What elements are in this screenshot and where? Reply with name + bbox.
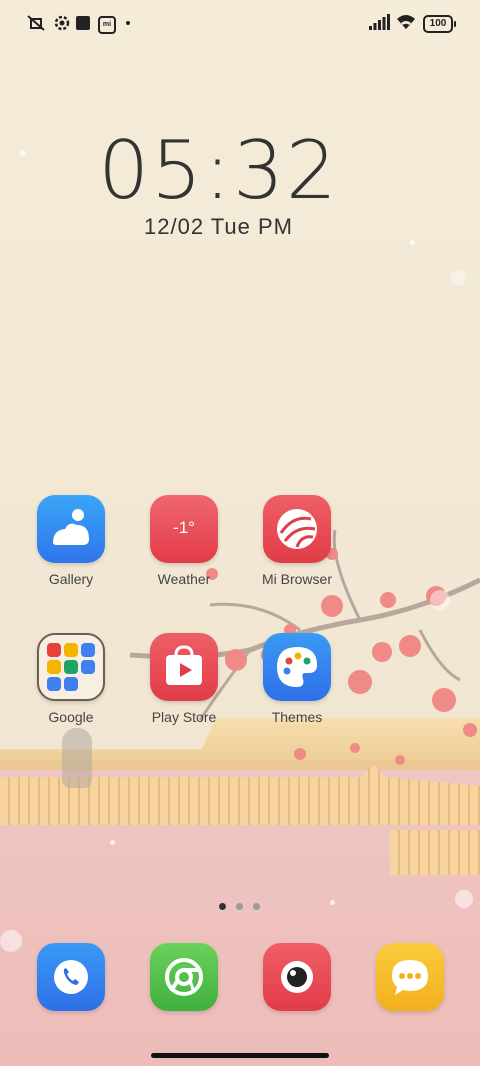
weather-icon: -1° xyxy=(150,495,218,563)
wifi-icon xyxy=(396,14,416,32)
google-folder-icon xyxy=(37,633,105,701)
app-label: Google xyxy=(48,709,94,725)
status-bar: mi 100 xyxy=(0,0,480,46)
app-play-store[interactable]: Play Store xyxy=(129,633,239,725)
clock-time[interactable]: 05:32 xyxy=(0,124,437,217)
themes-icon xyxy=(263,633,331,701)
battery-indicator: 100 xyxy=(423,15,456,33)
camera-icon xyxy=(281,961,313,993)
dock-chrome[interactable] xyxy=(150,943,218,1011)
page-indicator[interactable] xyxy=(219,903,267,911)
dock-camera[interactable] xyxy=(263,943,331,1011)
app-google-folder[interactable]: Google xyxy=(16,633,126,725)
app-label: Gallery xyxy=(48,571,94,587)
chrome-icon xyxy=(165,958,203,996)
play-store-icon xyxy=(150,633,218,701)
signal-icon xyxy=(369,14,391,32)
app-label: Themes xyxy=(271,709,323,725)
app-gallery[interactable]: Gallery xyxy=(16,495,126,587)
mi-icon: mi xyxy=(98,16,116,34)
page-dot-active[interactable] xyxy=(219,903,226,910)
messages-icon xyxy=(392,960,428,995)
phone-icon xyxy=(54,960,88,994)
gallery-icon xyxy=(37,495,105,563)
browser-icon xyxy=(263,495,331,563)
page-dot[interactable] xyxy=(253,903,260,910)
dock-phone[interactable] xyxy=(37,943,105,1011)
app-label: Mi Browser xyxy=(261,571,332,587)
clock-date[interactable]: 12/02 Tue PM xyxy=(0,214,437,240)
app-weather[interactable]: -1° Weather xyxy=(129,495,239,587)
dock-messages[interactable] xyxy=(376,943,444,1011)
app-mi-browser[interactable]: Mi Browser xyxy=(242,495,352,587)
square-notification-icon xyxy=(76,16,90,30)
page-dot[interactable] xyxy=(236,903,243,910)
vibrate-off-icon xyxy=(26,14,46,32)
app-label: Weather xyxy=(157,571,211,587)
home-gesture-bar[interactable] xyxy=(151,1053,329,1058)
settings-gear-icon xyxy=(53,14,71,32)
app-label: Play Store xyxy=(151,709,217,725)
weather-temperature: -1° xyxy=(173,518,195,537)
dot-icon xyxy=(126,21,130,25)
app-themes[interactable]: Themes xyxy=(242,633,352,725)
